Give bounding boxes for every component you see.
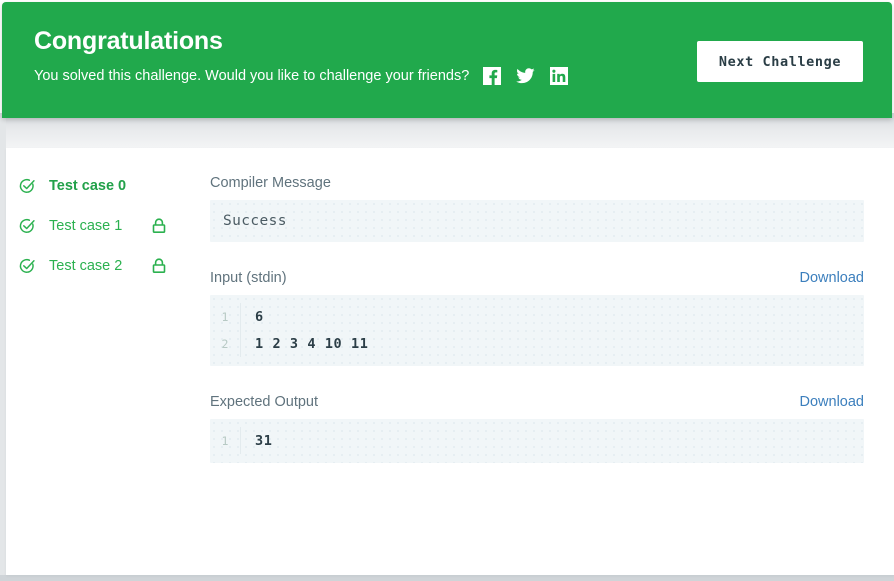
line-content: 6: [255, 308, 264, 325]
compiler-message-head: Compiler Message: [210, 174, 864, 192]
code-line: 2 1 2 3 4 10 11: [210, 330, 864, 357]
compiler-message-section: Compiler Message Success: [210, 174, 864, 242]
code-line: 1 6: [210, 303, 864, 330]
expected-output-head: Expected Output Download: [210, 393, 864, 411]
congratulations-banner: Congratulations You solved this challeng…: [2, 2, 892, 118]
testcase-item-0[interactable]: Test case 0: [6, 166, 202, 206]
page-background-band: [0, 113, 894, 149]
testcase-label: Test case 0: [49, 178, 127, 194]
compiler-message-box: Success: [210, 200, 864, 242]
social-share-group: [483, 67, 569, 85]
expected-output-section: Expected Output Download 1 31: [210, 393, 864, 463]
input-download-link[interactable]: Download: [800, 270, 865, 286]
result-content-card: Test case 0 Test case 1 Test case 2 Comp…: [6, 148, 894, 575]
input-stdin-label: Input (stdin): [210, 270, 287, 286]
banner-inner: Congratulations You solved this challeng…: [2, 2, 892, 118]
line-content: 1 2 3 4 10 11: [255, 335, 369, 352]
line-number: 1: [210, 427, 241, 454]
testcase-item-1[interactable]: Test case 1: [6, 206, 202, 246]
bottom-bar: [0, 575, 894, 581]
expected-output-label: Expected Output: [210, 394, 319, 410]
input-stdin-head: Input (stdin) Download: [210, 269, 864, 287]
compiler-message-label: Compiler Message: [210, 175, 331, 191]
twitter-share-icon[interactable]: [516, 67, 535, 85]
compiler-message-value: Success: [223, 213, 287, 229]
banner-subtitle: You solved this challenge. Would you lik…: [34, 68, 470, 84]
testcase-detail-panel: Compiler Message Success Input (stdin) D…: [202, 148, 894, 575]
testcase-list: Test case 0 Test case 1 Test case 2: [6, 148, 202, 575]
lock-icon: [152, 218, 166, 234]
testcase-label: Test case 1: [49, 218, 123, 234]
testcase-label: Test case 2: [49, 258, 123, 274]
linkedin-share-icon[interactable]: [550, 67, 569, 85]
lock-icon: [152, 258, 166, 274]
facebook-share-icon[interactable]: [483, 67, 502, 85]
next-challenge-button[interactable]: Next Challenge: [697, 41, 863, 82]
code-line: 1 31: [210, 427, 864, 454]
testcase-item-2[interactable]: Test case 2: [6, 246, 202, 286]
line-content: 31: [255, 432, 273, 449]
page-root: Congratulations You solved this challeng…: [0, 0, 894, 581]
check-circle-icon: [16, 178, 38, 195]
check-circle-icon: [16, 258, 38, 275]
line-number: 2: [210, 330, 241, 357]
line-number: 1: [210, 303, 241, 330]
input-stdin-section: Input (stdin) Download 1 6 2 1 2 3 4 10 …: [210, 269, 864, 366]
expected-output-download-link[interactable]: Download: [800, 394, 865, 410]
expected-output-box: 1 31: [210, 419, 864, 463]
check-circle-icon: [16, 218, 38, 235]
input-stdin-box: 1 6 2 1 2 3 4 10 11: [210, 295, 864, 366]
